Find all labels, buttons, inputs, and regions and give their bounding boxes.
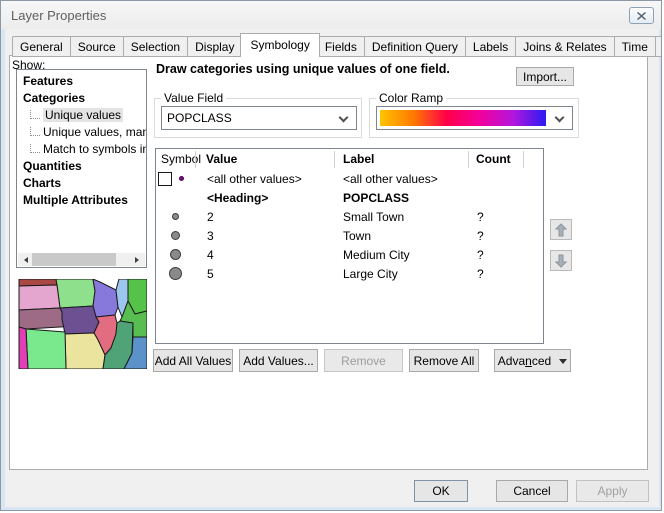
- advanced-button[interactable]: Advanced: [494, 349, 571, 372]
- table-header: Symbol Value Label Count: [156, 149, 543, 169]
- column-divider: [334, 151, 335, 168]
- color-ramp-swatch: [380, 110, 546, 126]
- table-row-class-3[interactable]: 3 Town ?: [156, 226, 543, 245]
- value-field-label: Value Field: [161, 91, 226, 105]
- chevron-down-icon: [555, 113, 565, 123]
- remove-all-button[interactable]: Remove All: [409, 349, 479, 372]
- page-title: Draw categories using unique values of o…: [156, 62, 450, 76]
- scroll-right-button[interactable]: [132, 253, 145, 266]
- tree-branch-icon: [30, 110, 40, 119]
- apply-button[interactable]: Apply: [576, 480, 649, 502]
- scroll-left-button[interactable]: [18, 253, 31, 266]
- tab-display[interactable]: Display: [188, 36, 242, 57]
- tab-source[interactable]: Source: [71, 36, 124, 57]
- tab-html-popup[interactable]: HTML Popup: [656, 36, 662, 57]
- table-row-all-other-values[interactable]: <all other values> <all other values>: [156, 169, 543, 188]
- chevron-down-icon: [339, 113, 349, 123]
- ok-button[interactable]: OK: [414, 480, 468, 502]
- layer-properties-dialog: Layer Properties General Source Selectio…: [0, 0, 662, 511]
- tab-strip: General Source Selection Display Symbolo…: [12, 33, 662, 57]
- tree-horizontal-scrollbar[interactable]: [18, 253, 145, 266]
- value-field-value: POPCLASS: [167, 111, 232, 125]
- arrow-down-icon: [555, 254, 567, 268]
- scroll-right-icon: [135, 257, 142, 263]
- import-button[interactable]: Import...: [516, 67, 574, 86]
- remove-button[interactable]: Remove: [324, 349, 403, 372]
- tab-selection[interactable]: Selection: [124, 36, 188, 57]
- tree-item-multiple-attributes[interactable]: Multiple Attributes: [17, 192, 146, 209]
- tree-branch-icon: [30, 144, 40, 153]
- column-divider: [195, 151, 196, 168]
- class-symbol-dot[interactable]: [171, 231, 180, 240]
- color-ramp-label: Color Ramp: [376, 91, 446, 105]
- advanced-button-label: Advanced: [498, 354, 551, 368]
- move-down-button[interactable]: [550, 250, 572, 271]
- column-divider: [468, 151, 469, 168]
- show-tree: Features Categories Unique values Unique…: [16, 69, 147, 268]
- tree-item-quantities[interactable]: Quantities: [17, 158, 146, 175]
- value-field-dropdown[interactable]: POPCLASS: [161, 106, 357, 130]
- column-header-count[interactable]: Count: [476, 152, 511, 166]
- tree-item-unique-values[interactable]: Unique values: [17, 107, 146, 124]
- tab-joins-relates[interactable]: Joins & Relates: [516, 36, 614, 57]
- map-preview-image: [16, 279, 147, 369]
- color-ramp-dropdown[interactable]: [376, 106, 573, 130]
- tree-item-features[interactable]: Features: [17, 73, 146, 90]
- arrow-up-icon: [555, 223, 567, 237]
- tab-labels[interactable]: Labels: [466, 36, 516, 57]
- column-header-value[interactable]: Value: [206, 152, 237, 166]
- all-other-values-symbol-dot[interactable]: [179, 176, 184, 181]
- tree-branch-icon: [30, 127, 40, 136]
- scrollbar-thumb[interactable]: [32, 253, 116, 266]
- table-row-class-2[interactable]: 2 Small Town ?: [156, 207, 543, 226]
- scroll-left-icon: [21, 257, 28, 263]
- column-divider: [523, 151, 524, 168]
- close-button[interactable]: [629, 7, 654, 24]
- tab-definition-query[interactable]: Definition Query: [365, 36, 466, 57]
- tab-fields[interactable]: Fields: [318, 36, 365, 57]
- tree-item-categories[interactable]: Categories: [17, 90, 146, 107]
- all-other-values-checkbox[interactable]: [158, 172, 172, 186]
- table-row-class-4[interactable]: 4 Medium City ?: [156, 245, 543, 264]
- window-title: Layer Properties: [11, 8, 106, 23]
- table-row-heading[interactable]: <Heading> POPCLASS: [156, 188, 543, 207]
- scrollbar-track[interactable]: [31, 253, 132, 266]
- tree-item-match-to-symbols[interactable]: Match to symbols in a: [17, 141, 146, 158]
- close-icon: [637, 12, 646, 20]
- add-values-button[interactable]: Add Values...: [239, 349, 318, 372]
- column-header-label[interactable]: Label: [343, 152, 374, 166]
- move-up-button[interactable]: [550, 219, 572, 240]
- class-symbol-dot[interactable]: [172, 213, 179, 220]
- value-field-group: Value Field POPCLASS: [154, 98, 362, 138]
- cancel-button[interactable]: Cancel: [496, 480, 568, 502]
- tree-item-charts[interactable]: Charts: [17, 175, 146, 192]
- tab-time[interactable]: Time: [615, 36, 656, 57]
- symbology-tab-page: Show: Features Categories Unique values …: [9, 55, 648, 470]
- color-ramp-group: Color Ramp: [369, 98, 579, 138]
- add-all-values-button[interactable]: Add All Values: [153, 349, 233, 372]
- class-symbol-dot[interactable]: [170, 249, 181, 260]
- title-bar: Layer Properties: [1, 1, 661, 29]
- values-table: Symbol Value Label Count <all other valu…: [155, 148, 544, 344]
- class-symbol-dot[interactable]: [169, 267, 182, 280]
- table-row-class-5[interactable]: 5 Large City ?: [156, 264, 543, 283]
- dropdown-caret-icon: [559, 359, 567, 368]
- tab-symbology[interactable]: Symbology: [240, 33, 319, 57]
- tab-general[interactable]: General: [12, 36, 71, 57]
- tree-item-unique-values-many[interactable]: Unique values, many: [17, 124, 146, 141]
